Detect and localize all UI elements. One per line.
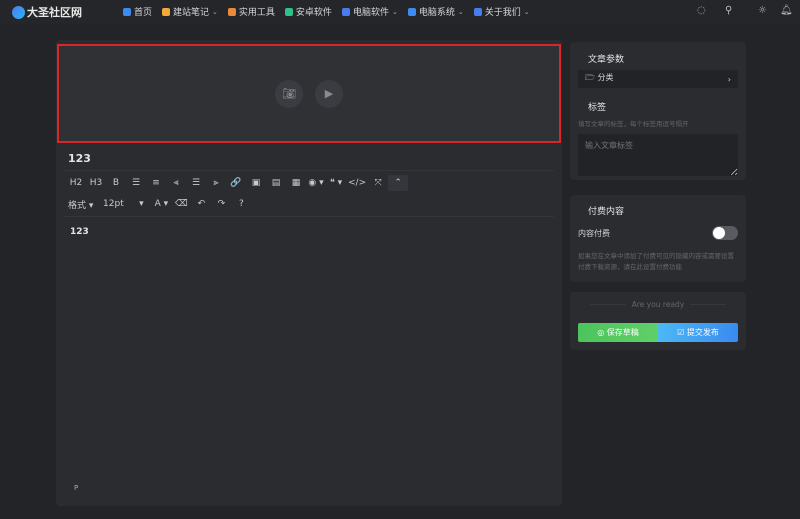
editor-card: 📷︎ ▶ 123 H2 H3 B ☰ ≡ ⫷ ☰ ⫸ 🔗 ▣ ▤ ▦ ◉ ▾ ❝ ▾ </> ⤧ ⌃ 格式 ▾ 1… [56,40,562,506]
paid-hint: 如果您在文章中添加了付费可见的隐藏内容或需要设置付费下载资源，请在此设置付费功能 [578,252,734,271]
toolbar-button[interactable]: ⫷ [166,175,186,191]
publish-buttons: ◎ 保存草稿 ☑ 提交发布 [578,323,738,342]
main-menu: 首页 建站笔记 ⌄ 实用工具 安卓软件 电脑软件 ⌄ 电脑系统 ⌄ 关于我们 ⌄ [123,5,530,18]
folder-icon: 🗁 [585,73,598,82]
toolbar-button[interactable]: </> [346,175,368,191]
toolbar-button[interactable]: ≡ [146,175,166,191]
toggle-knob [713,227,725,239]
toolbar-button[interactable]: ☰ [126,175,146,191]
paid-label: 内容付费 [578,229,610,238]
monitor-icon [407,7,416,16]
nav-item[interactable]: 电脑系统 ⌄ [407,5,464,18]
publish-card: Are you ready ◎ 保存草稿 ☑ 提交发布 [570,292,746,350]
element-path: P [74,484,79,492]
paid-title: 付费内容 [588,207,625,217]
publish-label: 提交发布 [686,328,719,337]
nav-label: 电脑软件 [352,8,389,18]
category-label: 分类 [597,73,614,82]
params-title: 文章参数 [588,55,625,65]
toolbar-button[interactable]: 🔗 [226,175,246,191]
nav-label: 安卓软件 [295,8,332,18]
software-icon [341,7,350,16]
nav-item[interactable]: 安卓软件 [284,5,332,18]
theme-toggle-icon[interactable]: ☼ [758,5,767,16]
toolbar-button[interactable]: ▤ [266,175,286,191]
home-icon [123,7,131,16]
toolbar-button[interactable]: ❝ ▾ [326,175,346,191]
save-draft-button[interactable]: ◎ 保存草稿 [578,323,658,342]
nav-item[interactable]: 建站笔记 ⌄ [162,5,218,18]
save-label: 保存草稿 [606,328,639,337]
nav-label: 首页 [134,8,153,18]
toolbar-button[interactable]: ⌃ [388,175,409,191]
category-select[interactable]: 🗁 分类 › [578,70,738,88]
toolbar-button[interactable]: ☰ [186,175,206,191]
video-icon[interactable]: ▶ [315,79,343,108]
toolbar-button[interactable]: ▾ [131,196,151,212]
toolbar-button[interactable]: A ▾ [151,196,171,212]
toolbar-button[interactable]: ◉ ▾ [306,175,326,191]
site-name: 大圣社区网 [27,6,82,19]
chevron-down-icon: ⌄ [457,7,464,16]
tags-hint: 填写文章的标签，每个标签用逗号隔开 [578,120,689,128]
cover-upload-area[interactable]: 📷︎ ▶ [57,44,561,143]
logo-icon [12,5,25,19]
nav-label: 电脑系统 [418,8,455,18]
paid-toggle[interactable] [712,226,738,240]
toolbar-button[interactable]: 格式 ▾ [66,196,95,212]
paid-content-card: 付费内容 内容付费 如果您在文章中添加了付费可见的隐藏内容或需要设置付费下载资源… [570,195,746,282]
chevron-down-icon: ⌄ [391,7,398,16]
publish-button[interactable]: ☑ 提交发布 [658,323,738,342]
nav-item[interactable]: 首页 [123,5,152,18]
chevron-down-icon: ⌄ [212,7,218,16]
toolbar-button[interactable]: B [106,175,126,191]
tags-title: 标签 [588,103,607,113]
search-icon[interactable]: ⚲ [725,5,732,16]
android-icon [284,7,293,16]
ready-wrap: Are you ready [570,300,746,310]
toolbar-row-2: 格式 ▾ 12pt ▾ A ▾ ⌫ ↶ ↷? [66,196,251,212]
toolbar-button[interactable]: ↶ [191,196,211,212]
toolbar-button[interactable]: 12pt [95,196,131,212]
toolbar-button[interactable]: ▣ [246,175,266,191]
top-nav: 大圣社区网 首页 建站笔记 ⌄ 实用工具 安卓软件 电脑软件 ⌄ 电脑系统 ⌄ 关于我们 ⌄ ◌ ⚲… [0,0,800,24]
nav-label: 关于我们 [484,8,521,18]
toolbar-button[interactable]: ▦ [286,175,306,191]
divider [64,216,554,217]
camera-icon[interactable]: 📷︎ [275,79,303,108]
chevron-right-icon: › [727,74,731,84]
toolbox-icon [227,7,236,16]
toolbar-button[interactable]: ⤧ [368,175,388,191]
site-logo[interactable]: 大圣社区网 [12,4,82,20]
toolbar-button[interactable]: ⌫ [171,196,191,212]
nav-label: 实用工具 [238,8,275,18]
notebook-icon [162,7,171,16]
chevron-down-icon: ⌄ [523,7,530,16]
ready-text: Are you ready [625,300,691,309]
nav-item[interactable]: 实用工具 [227,5,275,18]
nav-item[interactable]: 关于我们 ⌄ [473,5,530,18]
divider [64,170,554,171]
nav-item[interactable]: 电脑软件 ⌄ [341,5,398,18]
toolbar-button[interactable]: H2 [66,175,86,191]
toolbar-button[interactable]: H3 [86,175,106,191]
editor-content[interactable]: 123 [70,227,89,237]
post-params-card: 文章参数 🗁 分类 › 标签 填写文章的标签，每个标签用逗号隔开 [570,42,746,180]
bell-icon[interactable]: 🔔︎ [780,5,793,16]
toolbar-row-1: H2 H3 B ☰ ≡ ⫷ ☰ ⫸ 🔗 ▣ ▤ ▦ ◉ ▾ ❝ ▾ </> ⤧ ⌃ [66,175,409,191]
users-icon [473,7,482,16]
tags-input[interactable] [578,134,738,176]
toolbar-button[interactable]: ? [231,196,251,212]
toolbar-button[interactable]: ↷ [211,196,231,212]
nav-label: 建站笔记 [173,8,210,18]
toolbar-button[interactable]: ⫸ [206,175,226,191]
bulb-icon[interactable]: ◌ [697,5,706,16]
post-title-input[interactable]: 123 [68,152,91,165]
